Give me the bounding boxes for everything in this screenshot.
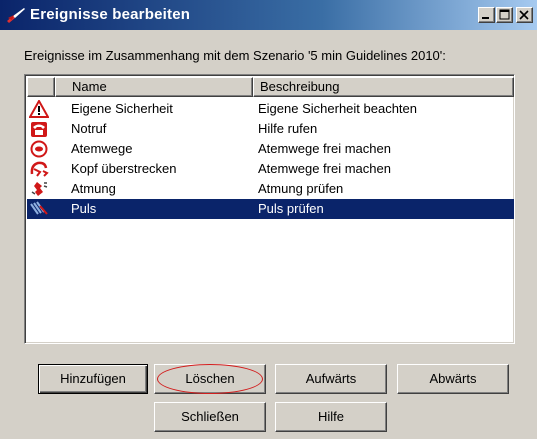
column-header-icon[interactable]: [27, 77, 55, 97]
close-icon: [519, 10, 529, 20]
list-item[interactable]: Kopf überstrecken Atemwege frei machen: [27, 159, 514, 179]
scenario-description: Ereignisse im Zusammenhang mit dem Szena…: [24, 48, 446, 63]
move-down-button[interactable]: Abwärts: [397, 364, 509, 394]
event-name: Kopf überstrecken: [71, 161, 177, 176]
list-item-selected[interactable]: Puls Puls prüfen: [27, 199, 514, 219]
warning-triangle-icon: [28, 98, 50, 118]
event-description: Atmung prüfen: [258, 181, 344, 196]
minimize-icon: [482, 17, 489, 19]
event-description: Atemwege frei machen: [258, 161, 391, 176]
maximize-button[interactable]: [496, 7, 513, 23]
window-title: Ereignisse bearbeiten: [30, 6, 191, 23]
events-list[interactable]: Name Beschreibung Eigene Sicherheit Eige…: [24, 74, 515, 344]
help-button[interactable]: Hilfe: [275, 402, 387, 432]
event-description: Atemwege frei machen: [258, 141, 391, 156]
event-description: Eigene Sicherheit beachten: [258, 101, 418, 116]
move-up-button[interactable]: Aufwärts: [275, 364, 387, 394]
list-item[interactable]: Atemwege Atemwege frei machen: [27, 139, 514, 159]
event-description: Puls prüfen: [258, 201, 324, 216]
airway-icon: [29, 140, 49, 158]
event-description: Hilfe rufen: [258, 121, 318, 136]
breathing-icon: [29, 180, 49, 198]
minimize-button[interactable]: [478, 7, 495, 23]
list-item[interactable]: Notruf Hilfe rufen: [27, 119, 514, 139]
event-name: Atmung: [71, 181, 116, 196]
close-dialog-button[interactable]: Schließen: [154, 402, 266, 432]
title-bar[interactable]: Ereignisse bearbeiten: [0, 0, 537, 30]
pulse-icon: [29, 200, 49, 218]
list-item[interactable]: Eigene Sicherheit Eigene Sicherheit beac…: [27, 98, 514, 119]
column-header-name[interactable]: Name: [55, 77, 253, 97]
list-item[interactable]: Atmung Atmung prüfen: [27, 179, 514, 199]
event-name: Eigene Sicherheit: [71, 101, 173, 116]
telephone-icon: [29, 120, 49, 138]
event-name: Notruf: [71, 121, 107, 136]
maximize-icon: [499, 9, 510, 20]
delete-button[interactable]: Löschen: [154, 364, 266, 394]
head-tilt-icon: [29, 160, 49, 178]
column-header-beschreibung[interactable]: Beschreibung: [253, 77, 514, 97]
list-header: Name Beschreibung: [27, 77, 514, 97]
event-name: Atemwege: [71, 141, 133, 156]
close-button[interactable]: [516, 7, 533, 23]
red-brush-icon: [6, 6, 26, 24]
event-name: Puls: [71, 201, 97, 216]
add-button[interactable]: Hinzufügen: [38, 364, 148, 394]
